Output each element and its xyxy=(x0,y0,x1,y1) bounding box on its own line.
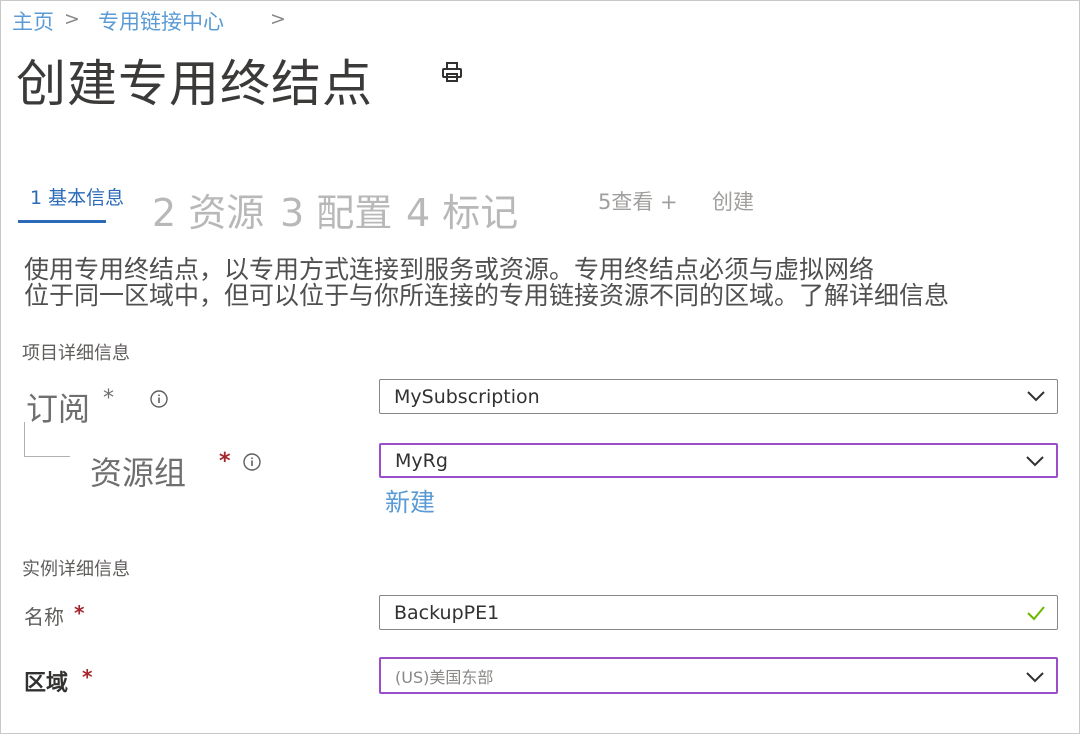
required-marker: * xyxy=(82,665,93,689)
info-icon[interactable] xyxy=(150,390,168,408)
section-heading-project-details: 项目详细信息 xyxy=(22,343,130,364)
region-value: (US)美国东部 xyxy=(395,667,494,687)
region-dropdown[interactable]: (US)美国东部 xyxy=(379,657,1058,694)
required-marker: * xyxy=(74,601,85,625)
required-marker: * xyxy=(103,386,114,411)
breadcrumb-separator: > xyxy=(64,8,80,30)
description-line-2: 位于同一区域中，但可以位于与你所连接的专用链接资源不同的区域。了解详细信息 xyxy=(24,281,950,310)
breadcrumb-separator: > xyxy=(270,8,286,30)
name-value: BackupPE1 xyxy=(394,601,500,624)
printer-icon[interactable] xyxy=(440,60,464,84)
tab-configuration[interactable]: 3 配置 xyxy=(280,182,392,237)
info-icon[interactable] xyxy=(243,453,261,471)
subscription-label: 订阅 xyxy=(26,390,91,428)
breadcrumb-home-link[interactable]: 主页 xyxy=(12,6,54,36)
chevron-down-icon xyxy=(1026,672,1044,683)
region-label: 区域 xyxy=(24,671,69,696)
tab-basics[interactable]: 1 基本信息 xyxy=(30,183,124,210)
tree-connector xyxy=(24,456,70,457)
breadcrumb-private-link-center-link[interactable]: 专用链接中心 xyxy=(98,6,224,36)
chevron-down-icon xyxy=(1027,391,1045,402)
required-marker: * xyxy=(219,449,231,474)
resource-group-dropdown[interactable]: MyRg xyxy=(379,443,1058,478)
chevron-down-icon xyxy=(1026,456,1044,467)
resource-group-label: 资源组 xyxy=(90,454,187,492)
page-title: 创建专用终结点 xyxy=(16,55,373,113)
checkmark-icon xyxy=(1027,606,1045,621)
tab-resource[interactable]: 2 资源 xyxy=(152,182,264,237)
tab-tags[interactable]: 4 标记 xyxy=(406,182,518,237)
name-label: 名称 xyxy=(24,605,64,629)
subscription-dropdown[interactable]: MySubscription xyxy=(379,379,1058,414)
resource-group-value: MyRg xyxy=(395,449,448,472)
section-heading-instance-details: 实例详细信息 xyxy=(22,559,130,580)
tab-review[interactable]: 5查看 + xyxy=(598,186,678,216)
name-input[interactable]: BackupPE1 xyxy=(379,595,1058,630)
tab-active-indicator xyxy=(18,220,106,223)
subscription-value: MySubscription xyxy=(394,385,540,408)
tab-create[interactable]: 创建 xyxy=(712,186,754,216)
tree-connector xyxy=(24,422,25,457)
create-new-resource-group-link[interactable]: 新建 xyxy=(385,483,435,519)
